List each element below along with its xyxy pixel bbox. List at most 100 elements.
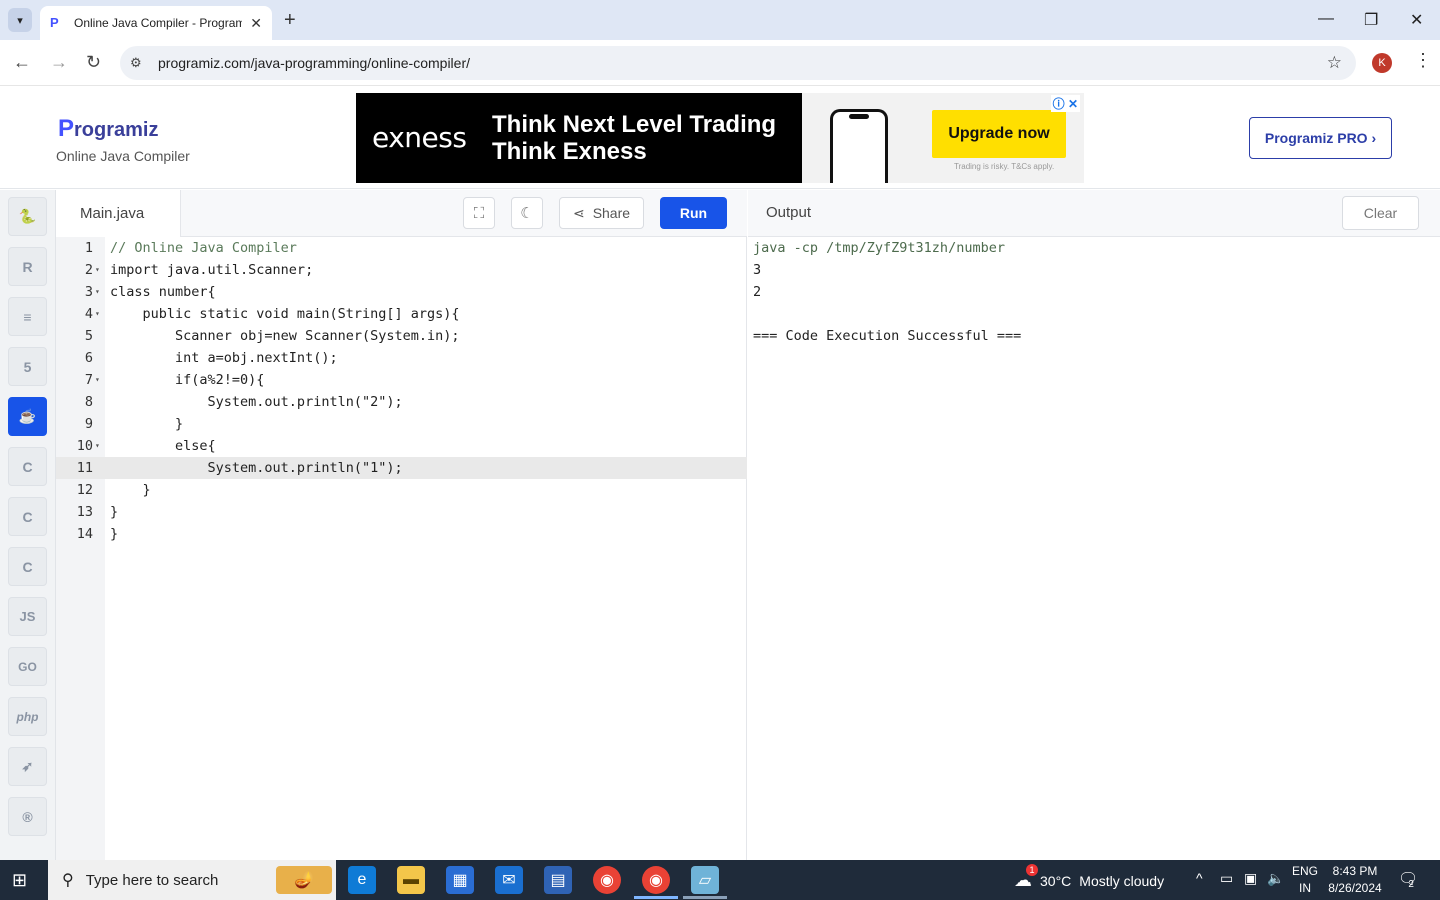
output-line: 3: [753, 262, 762, 278]
code-lines[interactable]: 1// Online Java Compiler 2 ▾ import java.ut…: [56, 237, 747, 547]
line-number: 4: [84, 306, 93, 322]
tab-search-icon[interactable]: ▾: [8, 8, 32, 32]
meet-now-icon[interactable]: ▭: [1220, 870, 1233, 887]
file-tab[interactable]: Main.java: [56, 190, 181, 237]
windows-start-icon[interactable]: ⊞: [12, 870, 27, 891]
javascript-icon[interactable]: JS: [8, 597, 47, 636]
profile-avatar[interactable]: K: [1372, 53, 1392, 73]
c-language-icon[interactable]: C: [8, 447, 47, 486]
code-line[interactable]: 5 Scanner obj=new Scanner(System.in);: [56, 325, 747, 347]
ad-choices-icon[interactable]: ⓘ ✕: [1050, 95, 1080, 112]
browser-menu-icon[interactable]: ⋮: [1414, 50, 1432, 71]
code-line[interactable]: 6 int a=obj.nextInt();: [56, 347, 747, 369]
go-icon[interactable]: GO: [8, 647, 47, 686]
ad-headline: Think Next Level Trading Think Exness: [492, 111, 777, 165]
search-icon: ⚲: [62, 872, 74, 889]
maximize-icon[interactable]: ❐: [1364, 10, 1378, 30]
code-line[interactable]: 14}: [56, 523, 747, 545]
news-icon[interactable]: ▤: [544, 866, 572, 894]
output-title: Output: [766, 204, 812, 221]
cpp-icon[interactable]: C: [8, 497, 47, 536]
code-text: import java.util.Scanner;: [110, 262, 314, 278]
code-line[interactable]: 10 ▾ else{: [56, 435, 747, 457]
programiz-pro-button[interactable]: Programiz PRO ›: [1249, 117, 1392, 159]
python-icon[interactable]: 🐍: [8, 197, 47, 236]
chrome-profile-icon[interactable]: ◉: [642, 866, 670, 894]
ad-upgrade-button[interactable]: Upgrade now: [932, 110, 1066, 158]
new-tab-icon[interactable]: +: [284, 10, 296, 30]
output-console[interactable]: java -cp /tmp/ZyfZ9t31zh/number 3 2 === Cod…: [748, 237, 1440, 860]
code-line[interactable]: 11 System.out.println("1");: [56, 457, 747, 479]
minimize-icon[interactable]: —: [1318, 10, 1334, 28]
fold-arrow-icon[interactable]: ▾: [95, 303, 100, 325]
code-text: class number{: [110, 284, 216, 300]
fold-arrow-icon[interactable]: ▾: [95, 435, 100, 457]
run-button[interactable]: Run: [660, 197, 727, 229]
code-line[interactable]: 13}: [56, 501, 747, 523]
code-line[interactable]: 9 }: [56, 413, 747, 435]
mail-icon[interactable]: ✉: [495, 866, 523, 894]
file-explorer-icon[interactable]: ▬: [397, 866, 425, 894]
show-hidden-icons-icon[interactable]: ^: [1196, 870, 1203, 886]
code-line[interactable]: 8 System.out.println("2");: [56, 391, 747, 413]
system-clock[interactable]: 8:43 PM 8/26/2024: [1320, 863, 1390, 897]
notepad-icon[interactable]: ▱: [691, 866, 719, 894]
input-language[interactable]: ENG IN: [1290, 863, 1320, 897]
search-highlight-icon[interactable]: 🪔: [276, 866, 332, 894]
chrome-icon[interactable]: ◉: [593, 866, 621, 894]
line-number: 11: [76, 460, 93, 476]
dark-mode-moon-icon[interactable]: ☾: [511, 197, 543, 229]
advertisement-banner[interactable]: exness Think Next Level Trading Think Ex…: [356, 93, 1084, 183]
code-line[interactable]: 1 // Online Java Compiler: [56, 237, 747, 259]
close-tab-icon[interactable]: ✕: [250, 15, 262, 32]
reload-icon[interactable]: ↻: [86, 52, 101, 73]
volume-icon[interactable]: 🔈: [1267, 870, 1284, 887]
ad-disclaimer: Trading is risky. T&Cs apply.: [954, 162, 1055, 171]
forward-icon[interactable]: →: [50, 52, 68, 73]
csharp-icon[interactable]: C: [8, 547, 47, 586]
code-line[interactable]: 3 ▾ class number{: [56, 281, 747, 303]
code-text: else{: [110, 438, 216, 454]
code-line[interactable]: 7 ▾ if(a%2!=0){: [56, 369, 747, 391]
ad-image-area: Upgrade now Trading is risky. T&Cs apply…: [802, 93, 1084, 183]
line-number: 3: [84, 284, 93, 300]
microsoft-store-icon[interactable]: ▦: [446, 866, 474, 894]
java-icon[interactable]: ☕: [8, 397, 47, 436]
output-command: java -cp /tmp/ZyfZ9t31zh/number: [753, 240, 1005, 256]
r-language-icon[interactable]: R: [8, 247, 47, 286]
edge-icon[interactable]: e: [348, 866, 376, 894]
programiz-logo[interactable]: Programiz: [58, 115, 158, 143]
clear-button[interactable]: Clear: [1342, 196, 1419, 230]
notifications-icon[interactable]: 🗨2: [1398, 869, 1424, 890]
fold-arrow-icon[interactable]: ▾: [95, 259, 100, 281]
code-line[interactable]: 12 }: [56, 479, 747, 501]
weather-widget[interactable]: ☁ 1 30°C Mostly cloudy: [1014, 864, 1164, 891]
fullscreen-icon[interactable]: ⛶: [463, 197, 495, 229]
code-line[interactable]: 4 ▾ public static void main(String[] args…: [56, 303, 747, 325]
php-icon[interactable]: php: [8, 697, 47, 736]
url-text[interactable]: programiz.com/java-programming/online-co…: [158, 55, 470, 71]
rust-icon[interactable]: ®: [8, 797, 47, 836]
html5-icon[interactable]: 5: [8, 347, 47, 386]
close-window-icon[interactable]: ✕: [1410, 10, 1423, 30]
bookmark-star-icon[interactable]: ☆: [1327, 53, 1342, 73]
share-button[interactable]: ⋖ Share: [559, 197, 644, 229]
code-text: System.out.println("1");: [110, 460, 403, 476]
code-text: // Online Java Compiler: [110, 240, 297, 256]
sql-database-icon[interactable]: ≡: [8, 297, 47, 336]
search-placeholder: Type here to search: [85, 871, 219, 889]
line-number: 14: [76, 526, 93, 542]
swift-icon[interactable]: ➶: [8, 747, 47, 786]
address-bar[interactable]: ⚙ programiz.com/java-programming/online-…: [120, 46, 1356, 80]
editor-header: Main.java ⛶ ☾ ⋖ Share Run: [56, 190, 747, 237]
site-header: Programiz Online Java Compiler exness Th…: [0, 87, 1440, 189]
weather-badge: 1: [1026, 864, 1038, 876]
network-icon[interactable]: ▣: [1244, 870, 1257, 887]
browser-tab[interactable]: P Online Java Compiler - Programiz ✕: [40, 6, 272, 40]
site-info-icon[interactable]: ⚙: [130, 55, 150, 71]
back-icon[interactable]: ←: [13, 52, 31, 73]
fold-arrow-icon[interactable]: ▾: [95, 281, 100, 303]
fold-arrow-icon[interactable]: ▾: [95, 369, 100, 391]
code-text: if(a%2!=0){: [110, 372, 265, 388]
code-line[interactable]: 2 ▾ import java.util.Scanner;: [56, 259, 747, 281]
